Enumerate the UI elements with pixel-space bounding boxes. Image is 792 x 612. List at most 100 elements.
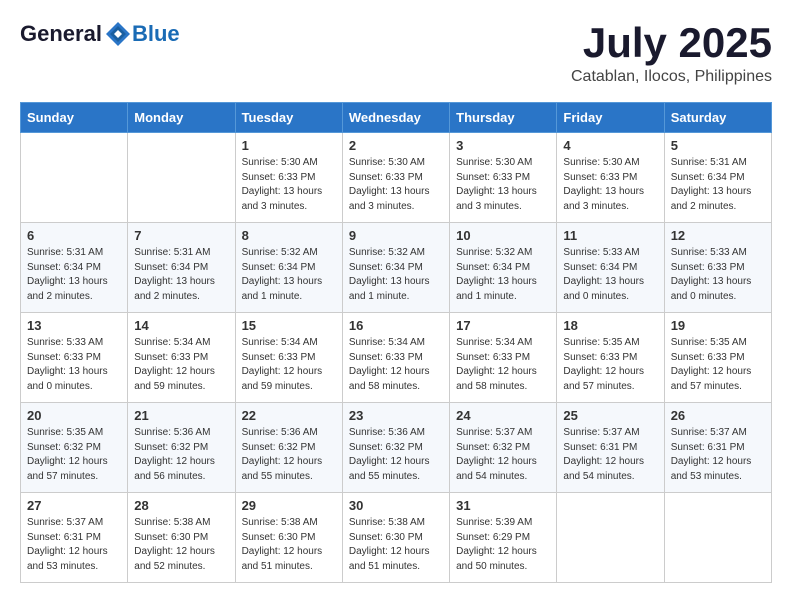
weekday-header-saturday: Saturday xyxy=(664,103,771,133)
day-number: 12 xyxy=(671,228,765,243)
calendar-cell: 19Sunrise: 5:35 AM Sunset: 6:33 PM Dayli… xyxy=(664,313,771,403)
day-info: Sunrise: 5:30 AM Sunset: 6:33 PM Dayligh… xyxy=(456,156,550,214)
calendar-week-3: 13 Sunrise: 5:33 AM Sunset: 6:33 PM Dayli… xyxy=(21,313,772,403)
logo: General Blue xyxy=(20,20,180,48)
day-info: Sunrise: 5:36 AM Sunset: 6:32 PM Dayligh… xyxy=(242,426,336,484)
day-number: 5 xyxy=(671,138,765,153)
day-number: 22 xyxy=(242,408,336,423)
day-info: Sunrise: 5:32 AM Sunset: 6:34 PM Dayligh… xyxy=(456,246,550,304)
day-info: Sunrise: 5:33 AM Sunset: 6:33 PM Dayligh… xyxy=(671,246,765,304)
day-info: Sunrise: 5:37 AM Sunset: 6:31 PM Dayligh… xyxy=(563,426,657,484)
day-info: Sunrise: 5:34 AM Sunset: 6:33 PM Dayligh… xyxy=(134,336,228,394)
day-number: 26 xyxy=(671,408,765,423)
day-number: 4 xyxy=(563,138,657,153)
day-number: 15 xyxy=(242,318,336,333)
calendar-cell xyxy=(128,133,235,223)
calendar-cell xyxy=(21,133,128,223)
location: Catablan, Ilocos, Philippines xyxy=(571,68,772,86)
month-title: July 2025 xyxy=(571,20,772,66)
day-info: Sunrise: 5:37 AM Sunset: 6:31 PM Dayligh… xyxy=(671,426,765,484)
page-header: General Blue July 2025 Catablan, Ilocos,… xyxy=(20,20,772,86)
day-number: 23 xyxy=(349,408,443,423)
calendar-body: 1 Sunrise: 5:30 AM Sunset: 6:33 PM Daylig… xyxy=(21,133,772,583)
day-number: 9 xyxy=(349,228,443,243)
day-number: 25 xyxy=(563,408,657,423)
day-info: Sunrise: 5:34 AM Sunset: 6:33 PM Dayligh… xyxy=(349,336,443,394)
day-number: 16 xyxy=(349,318,443,333)
weekday-header-thursday: Thursday xyxy=(450,103,557,133)
calendar-cell: 11Sunrise: 5:33 AM Sunset: 6:34 PM Dayli… xyxy=(557,223,664,313)
calendar-cell: 13 Sunrise: 5:33 AM Sunset: 6:33 PM Dayli… xyxy=(21,313,128,403)
day-info: Sunrise: 5:36 AM Sunset: 6:32 PM Dayligh… xyxy=(134,426,228,484)
calendar-cell: 30 Sunrise: 5:38 AM Sunset: 6:30 PM Dayli… xyxy=(342,493,449,583)
logo-icon xyxy=(104,20,132,48)
calendar-cell: 14 Sunrise: 5:34 AM Sunset: 6:33 PM Dayli… xyxy=(128,313,235,403)
day-info: Sunrise: 5:30 AM Sunset: 6:33 PM Dayligh… xyxy=(242,156,336,214)
day-number: 19 xyxy=(671,318,765,333)
calendar-cell: 24Sunrise: 5:37 AM Sunset: 6:32 PM Dayli… xyxy=(450,403,557,493)
day-info: Sunrise: 5:31 AM Sunset: 6:34 PM Dayligh… xyxy=(134,246,228,304)
weekday-header-tuesday: Tuesday xyxy=(235,103,342,133)
calendar-week-5: 27 Sunrise: 5:37 AM Sunset: 6:31 PM Dayli… xyxy=(21,493,772,583)
day-number: 28 xyxy=(134,498,228,513)
calendar-week-2: 6 Sunrise: 5:31 AM Sunset: 6:34 PM Daylig… xyxy=(21,223,772,313)
calendar-cell xyxy=(557,493,664,583)
day-info: Sunrise: 5:33 AM Sunset: 6:33 PM Dayligh… xyxy=(27,336,121,394)
day-info: Sunrise: 5:31 AM Sunset: 6:34 PM Dayligh… xyxy=(671,156,765,214)
day-info: Sunrise: 5:32 AM Sunset: 6:34 PM Dayligh… xyxy=(242,246,336,304)
day-number: 14 xyxy=(134,318,228,333)
calendar-cell xyxy=(664,493,771,583)
calendar-week-1: 1 Sunrise: 5:30 AM Sunset: 6:33 PM Daylig… xyxy=(21,133,772,223)
day-number: 20 xyxy=(27,408,121,423)
day-info: Sunrise: 5:33 AM Sunset: 6:34 PM Dayligh… xyxy=(563,246,657,304)
weekday-header-sunday: Sunday xyxy=(21,103,128,133)
calendar-cell: 2Sunrise: 5:30 AM Sunset: 6:33 PM Daylig… xyxy=(342,133,449,223)
day-info: Sunrise: 5:35 AM Sunset: 6:33 PM Dayligh… xyxy=(563,336,657,394)
calendar-cell: 4 Sunrise: 5:30 AM Sunset: 6:33 PM Daylig… xyxy=(557,133,664,223)
day-number: 27 xyxy=(27,498,121,513)
calendar-cell: 10Sunrise: 5:32 AM Sunset: 6:34 PM Dayli… xyxy=(450,223,557,313)
day-number: 17 xyxy=(456,318,550,333)
day-info: Sunrise: 5:34 AM Sunset: 6:33 PM Dayligh… xyxy=(456,336,550,394)
calendar-cell: 17 Sunrise: 5:34 AM Sunset: 6:33 PM Dayli… xyxy=(450,313,557,403)
calendar-cell: 7 Sunrise: 5:31 AM Sunset: 6:34 PM Daylig… xyxy=(128,223,235,313)
day-info: Sunrise: 5:38 AM Sunset: 6:30 PM Dayligh… xyxy=(349,516,443,574)
calendar-cell: 28 Sunrise: 5:38 AM Sunset: 6:30 PM Dayli… xyxy=(128,493,235,583)
day-info: Sunrise: 5:39 AM Sunset: 6:29 PM Dayligh… xyxy=(456,516,550,574)
calendar-cell: 5 Sunrise: 5:31 AM Sunset: 6:34 PM Daylig… xyxy=(664,133,771,223)
day-number: 6 xyxy=(27,228,121,243)
logo-general: General xyxy=(20,21,102,47)
day-number: 13 xyxy=(27,318,121,333)
calendar-cell: 15 Sunrise: 5:34 AM Sunset: 6:33 PM Dayli… xyxy=(235,313,342,403)
calendar: SundayMondayTuesdayWednesdayThursdayFrid… xyxy=(20,102,772,583)
calendar-header-row: SundayMondayTuesdayWednesdayThursdayFrid… xyxy=(21,103,772,133)
day-info: Sunrise: 5:30 AM Sunset: 6:33 PM Dayligh… xyxy=(563,156,657,214)
day-number: 24 xyxy=(456,408,550,423)
calendar-cell: 9Sunrise: 5:32 AM Sunset: 6:34 PM Daylig… xyxy=(342,223,449,313)
day-number: 1 xyxy=(242,138,336,153)
day-number: 31 xyxy=(456,498,550,513)
calendar-cell: 12 Sunrise: 5:33 AM Sunset: 6:33 PM Dayli… xyxy=(664,223,771,313)
day-info: Sunrise: 5:31 AM Sunset: 6:34 PM Dayligh… xyxy=(27,246,121,304)
day-number: 18 xyxy=(563,318,657,333)
calendar-cell: 3 Sunrise: 5:30 AM Sunset: 6:33 PM Daylig… xyxy=(450,133,557,223)
day-info: Sunrise: 5:36 AM Sunset: 6:32 PM Dayligh… xyxy=(349,426,443,484)
day-number: 2 xyxy=(349,138,443,153)
day-info: Sunrise: 5:38 AM Sunset: 6:30 PM Dayligh… xyxy=(242,516,336,574)
weekday-header-monday: Monday xyxy=(128,103,235,133)
calendar-cell: 23 Sunrise: 5:36 AM Sunset: 6:32 PM Dayli… xyxy=(342,403,449,493)
day-number: 7 xyxy=(134,228,228,243)
day-info: Sunrise: 5:37 AM Sunset: 6:31 PM Dayligh… xyxy=(27,516,121,574)
day-number: 21 xyxy=(134,408,228,423)
calendar-cell: 31 Sunrise: 5:39 AM Sunset: 6:29 PM Dayli… xyxy=(450,493,557,583)
calendar-cell: 6 Sunrise: 5:31 AM Sunset: 6:34 PM Daylig… xyxy=(21,223,128,313)
day-info: Sunrise: 5:35 AM Sunset: 6:32 PM Dayligh… xyxy=(27,426,121,484)
day-info: Sunrise: 5:34 AM Sunset: 6:33 PM Dayligh… xyxy=(242,336,336,394)
day-info: Sunrise: 5:38 AM Sunset: 6:30 PM Dayligh… xyxy=(134,516,228,574)
calendar-cell: 8Sunrise: 5:32 AM Sunset: 6:34 PM Daylig… xyxy=(235,223,342,313)
calendar-cell: 20 Sunrise: 5:35 AM Sunset: 6:32 PM Dayli… xyxy=(21,403,128,493)
day-number: 30 xyxy=(349,498,443,513)
calendar-week-4: 20 Sunrise: 5:35 AM Sunset: 6:32 PM Dayli… xyxy=(21,403,772,493)
day-number: 3 xyxy=(456,138,550,153)
weekday-header-wednesday: Wednesday xyxy=(342,103,449,133)
